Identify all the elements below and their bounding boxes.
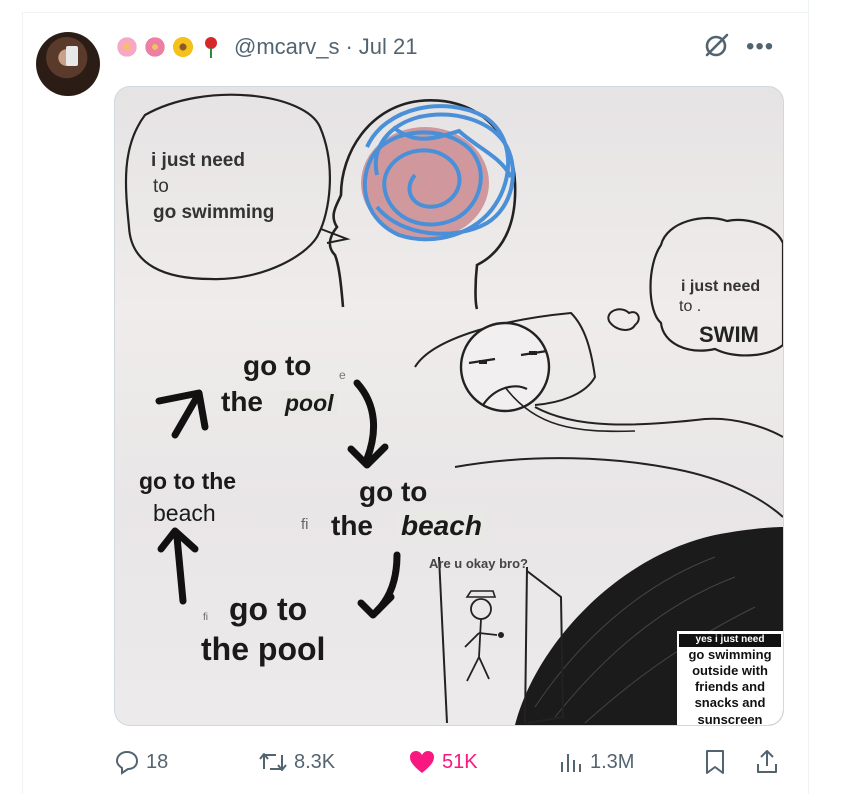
views-count: 1.3M: [590, 750, 635, 773]
bookmark-button[interactable]: [702, 744, 728, 780]
repost-count: 8.3K: [294, 750, 336, 773]
sunflower-icon: [172, 36, 194, 58]
like-button[interactable]: 51K: [408, 744, 478, 780]
user-handle[interactable]: @mcarv_s: [234, 34, 339, 60]
tweet-actions: 18 8.3K 51K 1.3M: [114, 744, 782, 780]
reply-icon: [115, 750, 139, 775]
avatar-phone: [66, 46, 78, 66]
reply-line: sunscreen: [697, 711, 763, 726]
thought-left-line-3: go swimming: [153, 202, 275, 223]
cycle-right-line-2: the: [331, 510, 373, 541]
header-actions: •••: [702, 32, 774, 62]
cycle-left-line-1: go to the: [139, 468, 237, 494]
share-button[interactable]: [754, 744, 780, 780]
pink-flower-icon: [144, 36, 166, 58]
reply-speech-box: yes i just need go swimming outside with…: [677, 631, 783, 726]
views-chart-icon: [561, 754, 581, 772]
thought-right-swim: SWIM: [699, 322, 759, 347]
repost-button[interactable]: 8.3K: [258, 744, 335, 780]
like-count: 51K: [442, 750, 478, 773]
thought-right-line-2: to .: [679, 298, 702, 315]
grok-button[interactable]: [702, 30, 732, 65]
stray-fi-2: fi: [203, 612, 208, 623]
thought-left-line-2: to: [153, 176, 169, 197]
doorway-question: Are u okay bro?: [429, 556, 528, 571]
cycle-top-line-1: go to: [243, 350, 312, 381]
heart-icon: [410, 751, 434, 773]
grok-icon: [705, 33, 729, 56]
reply-overline: yes i just need: [679, 634, 781, 647]
reply-count: 18: [146, 750, 169, 773]
reply-line: friends and: [694, 679, 766, 694]
thought-left-line-1: i just need: [151, 150, 245, 171]
timeline-border-left: [22, 12, 23, 794]
more-options-icon[interactable]: •••: [746, 33, 774, 61]
reply-line: go swimming: [688, 646, 772, 662]
avatar[interactable]: [36, 32, 100, 96]
stray-letter-e: e: [339, 368, 346, 382]
bookmark-icon: [706, 750, 724, 774]
thought-right-line-1: i just need: [681, 278, 761, 295]
timeline-border-top: [22, 12, 808, 13]
cycle-bottom-line-2: the pool: [201, 631, 326, 667]
cherry-blossom-icon: [116, 36, 138, 58]
cycle-left-line-2: beach: [153, 500, 216, 526]
cycle-top-line-3: pool: [281, 391, 338, 415]
cycle-bottom-line-1: go to: [229, 591, 308, 627]
tweet-header: @mcarv_s · Jul 21: [116, 32, 418, 62]
rose-icon: [200, 36, 222, 58]
cycle-top-line-2: the: [221, 386, 263, 417]
reply-line: snacks and: [694, 695, 766, 711]
reply-button[interactable]: 18: [114, 744, 168, 780]
cycle-right-line-3: beach: [397, 511, 486, 540]
reply-line: outside with: [692, 662, 768, 678]
header-separator: ·: [345, 34, 353, 59]
tweet-media-image[interactable]: i just need to go swimming i just need t…: [114, 86, 784, 726]
repost-icon: [259, 753, 287, 771]
meme-drawing: [124, 93, 783, 725]
stray-fi-1: fi: [301, 516, 309, 533]
timeline-border-right: [808, 0, 809, 794]
share-icon: [757, 750, 777, 773]
views-button[interactable]: 1.3M: [558, 744, 634, 780]
tweet-date[interactable]: Jul 21: [359, 34, 418, 60]
cycle-right-line-1: go to: [359, 476, 428, 507]
